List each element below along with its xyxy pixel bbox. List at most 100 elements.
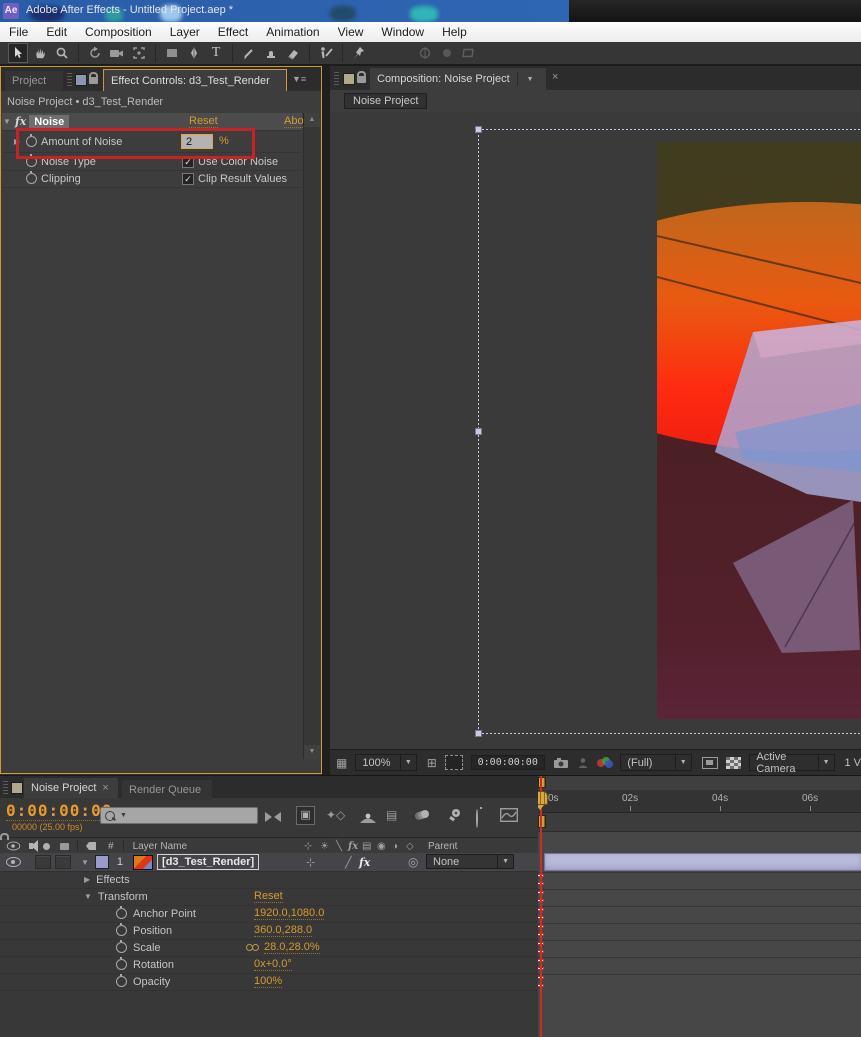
scale-row[interactable]: Scale 28.0,28.0% (0, 939, 538, 957)
stopwatch-icon[interactable] (116, 976, 127, 987)
composition-viewer[interactable] (330, 112, 861, 750)
pan-behind-tool[interactable] (129, 43, 149, 63)
type-tool[interactable]: T (206, 43, 226, 63)
transparency-grid-icon[interactable] (726, 757, 742, 769)
layer-row[interactable]: ▼ 1 [d3_Test_Render] ⊹ ╱ fx ◎ None ▼ (0, 853, 538, 872)
stopwatch-icon[interactable] (116, 942, 127, 953)
tab-dropdown-icon[interactable]: ▼ (523, 76, 538, 83)
panel-menu-icon[interactable]: ▼≡ (292, 74, 306, 84)
stopwatch-icon[interactable] (26, 156, 37, 167)
effect-reset-link[interactable]: Reset (189, 115, 218, 129)
pen-tool[interactable] (184, 43, 204, 63)
parent-pickwhip-icon[interactable]: ◎ (408, 855, 418, 869)
menu-view[interactable]: View (329, 23, 373, 42)
resolution-dropdown[interactable]: (Full) ▼ (620, 754, 691, 771)
comp-mini-flowchart-icon[interactable] (264, 810, 282, 822)
position-row[interactable]: Position 360.0,288.0 (0, 922, 538, 940)
layer-duration-bar[interactable] (544, 853, 861, 871)
region-of-interest-icon[interactable] (445, 755, 463, 770)
view-layout-dropdown[interactable]: 1 V (845, 757, 861, 769)
effect-controls-scrollbar[interactable]: ▲ ▼ (303, 113, 320, 759)
panel-group-icon[interactable] (11, 782, 23, 794)
scroll-down-icon[interactable]: ▼ (304, 745, 320, 759)
video-column-icon[interactable] (7, 842, 21, 851)
timeline-timecode[interactable]: 0:00:00:00 (6, 801, 112, 821)
live-update-icon[interactable]: ▣ (296, 806, 315, 825)
effects-column-icon[interactable]: ◑ (392, 841, 398, 852)
active-camera-dropdown[interactable]: Active Camera ▼ (749, 754, 834, 771)
comp-timecode[interactable]: 0:00:00:00 (471, 755, 545, 770)
transform-group-row[interactable]: ▼ Transform Reset (0, 888, 538, 906)
quality-switch[interactable]: ╱ (345, 856, 352, 869)
amount-of-noise-value-field[interactable]: 2 (181, 134, 213, 149)
panel-grip[interactable] (67, 72, 72, 86)
camera-tool[interactable] (107, 43, 127, 63)
3d-layer-column-icon[interactable]: ◇ (406, 841, 414, 852)
tab-composition[interactable]: Composition: Noise Project ▼ (370, 68, 546, 90)
rotation-tool[interactable] (85, 43, 105, 63)
hand-tool[interactable] (30, 43, 50, 63)
eraser-tool[interactable] (283, 43, 303, 63)
menu-edit[interactable]: Edit (37, 23, 76, 42)
tab-project[interactable]: Project (5, 71, 63, 91)
label-column-icon[interactable] (86, 842, 96, 850)
clip-result-values-checkbox[interactable]: ✓ (182, 173, 194, 185)
rectangle-tool[interactable] (162, 43, 182, 63)
position-value[interactable]: 360.0,288.0 (254, 924, 312, 938)
hide-shy-layers-icon[interactable] (360, 810, 376, 828)
anchor-point-value[interactable]: 1920.0,1080.0 (254, 907, 324, 921)
effect-header-row[interactable]: ▼ fx Noise Reset About (2, 113, 302, 131)
tab-close-icon[interactable]: × (552, 72, 558, 82)
tab-render-queue[interactable]: Render Queue (122, 780, 212, 800)
show-channels-icon[interactable] (597, 757, 613, 769)
stopwatch-icon[interactable] (116, 925, 127, 936)
menu-layer[interactable]: Layer (161, 23, 209, 42)
current-time-indicator-line[interactable] (540, 776, 542, 1037)
tab-close-icon[interactable]: × (102, 783, 108, 793)
selection-handle[interactable] (475, 126, 482, 133)
constrain-proportions-icon[interactable] (246, 944, 260, 952)
use-color-noise-checkbox[interactable]: ✓ (182, 156, 194, 168)
audio-toggle-box[interactable] (35, 855, 51, 869)
snapshot-camera-icon[interactable] (553, 757, 569, 769)
effect-about-link[interactable]: About (284, 115, 303, 129)
camera-track-tool-disabled[interactable] (437, 43, 457, 63)
target-region-icon[interactable] (702, 757, 718, 769)
collapse-column-icon[interactable]: ⊹ (304, 841, 312, 852)
selection-handle[interactable] (475, 428, 482, 435)
tab-timeline-noise-project[interactable]: Noise Project × (24, 778, 118, 798)
scale-value[interactable]: 28.0,28.0% (264, 941, 320, 955)
layer-label-color[interactable] (95, 855, 109, 869)
opacity-row[interactable]: Opacity 100% (0, 973, 538, 991)
show-snapshot-icon[interactable] (577, 757, 589, 769)
twirl-down-icon[interactable]: ▼ (84, 892, 92, 901)
twirl-right-icon[interactable]: ▶ (84, 875, 90, 884)
title-bar[interactable]: Ae Adobe After Effects - Untitled Projec… (0, 0, 861, 22)
puppet-pin-tool[interactable] (349, 43, 369, 63)
navigator-strip[interactable] (538, 813, 861, 832)
fx-switch[interactable]: fx (359, 856, 370, 869)
fx-column-icon[interactable]: fx (348, 841, 358, 852)
selection-handle[interactable] (475, 730, 482, 737)
panel-grip[interactable] (334, 71, 339, 85)
motion-blur-icon[interactable] (414, 809, 432, 827)
draft-3d-icon[interactable]: ✦◇ (326, 808, 345, 822)
unlock-icon[interactable] (357, 76, 366, 83)
motion-blur-column-icon[interactable]: ◉ (377, 841, 386, 852)
effect-name[interactable]: Noise (29, 115, 69, 129)
panel-group-icon[interactable] (75, 74, 87, 86)
work-area-strip[interactable] (538, 776, 861, 791)
adjustment-column-icon[interactable]: ☀ (320, 841, 329, 852)
brainstorm-icon[interactable] (448, 808, 463, 827)
menu-composition[interactable]: Composition (76, 23, 161, 42)
parent-dropdown[interactable]: None ▼ (426, 854, 514, 869)
twirl-down-icon[interactable]: ▼ (2, 117, 12, 126)
comp-flowchart-button[interactable]: Noise Project (344, 93, 427, 109)
menu-help[interactable]: Help (433, 23, 476, 42)
safe-areas-icon[interactable]: ⊞ (427, 756, 437, 770)
opacity-value[interactable]: 100% (254, 975, 282, 989)
panel-divider[interactable] (322, 66, 330, 775)
solo-toggle-box[interactable] (55, 855, 71, 869)
lock-icon[interactable] (89, 77, 98, 84)
lock-column-icon[interactable] (60, 843, 69, 850)
